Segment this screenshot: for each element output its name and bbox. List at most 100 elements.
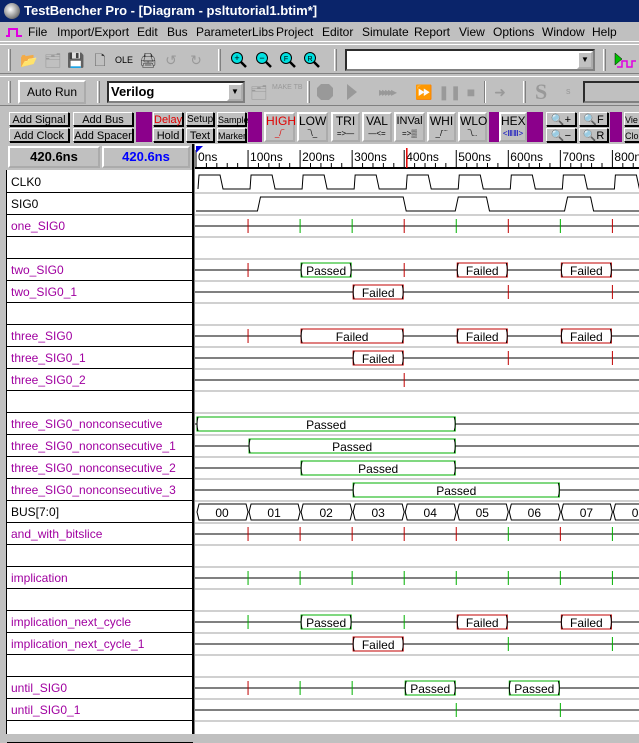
signal-name-row[interactable]: SIG0 xyxy=(7,193,193,215)
signal-name-row[interactable]: until_SIG0 xyxy=(7,677,193,699)
zoom-full-small-button[interactable]: 🔍F xyxy=(579,112,608,126)
waveform-canvas[interactable]: 0ns 100ns 200ns 300ns 400ns 500ns 600ns 700ns 80… xyxy=(195,144,639,743)
open-folder-icon[interactable]: 📂 xyxy=(20,51,38,69)
signal-name-row[interactable]: three_SIG0_nonconsecutive_3 xyxy=(7,479,193,501)
signal-name-row[interactable]: two_SIG0 xyxy=(7,259,193,281)
setup-button[interactable]: Setup xyxy=(186,112,214,126)
menu-file[interactable]: File xyxy=(28,25,47,39)
signal-name-row[interactable]: three_SIG0_nonconsecutive_1 xyxy=(7,435,193,457)
zoom-full-icon[interactable]: F xyxy=(279,51,297,69)
menu-window[interactable]: Window xyxy=(542,25,585,39)
tool-high-button[interactable]: HIGH _/‾ xyxy=(264,112,296,142)
menu-edit[interactable]: Edit xyxy=(137,25,158,39)
add-spacer-button[interactable]: Add Spacer xyxy=(73,128,133,142)
sample-button[interactable]: Sample xyxy=(217,112,249,126)
undo-icon[interactable]: ↺ xyxy=(162,51,180,69)
menu-project[interactable]: Project xyxy=(276,25,313,39)
signal-name-row[interactable]: and_with_bitslice xyxy=(7,523,193,545)
stop-sign-icon[interactable] xyxy=(316,83,334,101)
assertion-result-label: Failed xyxy=(466,330,499,344)
toolbar-grip[interactable] xyxy=(523,81,526,103)
menu-view[interactable]: View xyxy=(459,25,485,39)
dropdown-arrow-icon[interactable]: ▼ xyxy=(227,83,243,101)
menu-help[interactable]: Help xyxy=(592,25,617,39)
toolbar-grip[interactable] xyxy=(97,81,100,103)
dropdown-arrow-icon[interactable]: ▼ xyxy=(577,51,593,69)
toolbar-grip[interactable] xyxy=(8,81,11,103)
ole-copy-icon[interactable]: OLE xyxy=(115,51,133,69)
fast-forward-icon[interactable]: ⏩ xyxy=(415,83,433,101)
add-signal-button[interactable]: Add Signal xyxy=(9,112,69,126)
play-icon[interactable] xyxy=(343,83,361,101)
view-button[interactable]: Vie xyxy=(624,112,639,126)
zoom-out-icon[interactable]: − xyxy=(255,51,273,69)
tool-wlo-button[interactable]: WLO ‾\.. xyxy=(458,112,487,142)
signal-name-row[interactable]: one_SIG0 xyxy=(7,215,193,237)
toolbar-grip[interactable] xyxy=(8,49,11,71)
menu-simulate[interactable]: Simulate xyxy=(362,25,409,39)
high-waveform-icon: _/‾ xyxy=(274,129,285,138)
zoom-range-icon[interactable]: R xyxy=(303,51,321,69)
marker-button[interactable]: Marker xyxy=(217,128,246,142)
tool-inval-button[interactable]: INVal =>▒ xyxy=(394,112,425,142)
print-icon[interactable]: 🖨 xyxy=(139,51,157,69)
menu-editor[interactable]: Editor xyxy=(322,25,353,39)
signal-name-row[interactable]: implication xyxy=(7,567,193,589)
toolbar-grip[interactable] xyxy=(603,49,606,71)
signal-name-row[interactable]: three_SIG0_2 xyxy=(7,369,193,391)
clock-button[interactable]: Clo xyxy=(624,128,639,142)
diagram-select[interactable]: ▼ xyxy=(345,49,595,71)
zoom-out-small-button[interactable]: 🔍− xyxy=(546,128,576,142)
auto-run-button[interactable]: Auto Run xyxy=(18,80,86,104)
add-bus-button[interactable]: Add Bus xyxy=(73,112,133,126)
signal-name-row[interactable]: two_SIG0_1 xyxy=(7,281,193,303)
cursor-time-display[interactable]: 420.6ns xyxy=(8,146,100,168)
signal-name-row[interactable]: implication_next_cycle_1 xyxy=(7,633,193,655)
save-all-icon[interactable]: 🗋 xyxy=(91,51,109,69)
tool-hex-button[interactable]: HEX <ⅢⅢ> xyxy=(499,112,527,142)
signal-name-row[interactable]: three_SIG0_nonconsecutive_2 xyxy=(7,457,193,479)
goto-arrow-icon[interactable]: ➜ xyxy=(491,83,509,101)
open-project-icon[interactable]: 🗂 xyxy=(44,51,62,69)
signal-name-row[interactable]: CLK0 xyxy=(7,171,193,193)
signal-name-row[interactable]: three_SIG0_1 xyxy=(7,347,193,369)
make-tb-button[interactable]: MAKE TB xyxy=(272,84,303,92)
redo-icon[interactable]: ↻ xyxy=(187,51,205,69)
step-forward-icon[interactable]: ▸▸▸▸▸ xyxy=(364,83,409,101)
stop-icon[interactable]: ■ xyxy=(462,83,480,101)
hold-button[interactable]: Hold xyxy=(153,128,183,142)
signal-name-label: CLK0 xyxy=(11,175,42,189)
signal-name-row[interactable]: implication_next_cycle xyxy=(7,611,193,633)
toolbar-grip[interactable] xyxy=(334,49,337,71)
pause-icon[interactable]: ❚❚ xyxy=(438,83,461,101)
waveform-three_sig0_2 xyxy=(195,373,639,387)
tool-whi-button[interactable]: WHI _/¨¨ xyxy=(427,112,456,142)
sim-field[interactable] xyxy=(583,81,639,103)
waveform-area[interactable]: 0ns 100ns 200ns 300ns 400ns 500ns 600ns 700ns 80… xyxy=(195,144,639,743)
toolbar-grip[interactable] xyxy=(218,49,221,71)
signal-name-row[interactable]: three_SIG0_nonconsecutive xyxy=(7,413,193,435)
menu-parameterlibs[interactable]: ParameterLibs xyxy=(196,25,274,39)
delay-button[interactable]: Delay xyxy=(153,112,183,126)
run-simulation-icon[interactable] xyxy=(614,51,636,69)
signal-name-row[interactable]: three_SIG0 xyxy=(7,325,193,347)
text-button[interactable]: Text xyxy=(186,128,214,142)
add-clock-button[interactable]: Add Clock xyxy=(9,128,69,142)
menu-import-export[interactable]: Import/Export xyxy=(57,25,129,39)
delta-time-display[interactable]: 420.6ns xyxy=(102,146,190,168)
toolbar-grip[interactable] xyxy=(307,81,310,103)
tool-low-button[interactable]: LOW ‾\_ xyxy=(297,112,328,142)
menu-bus[interactable]: Bus xyxy=(167,25,188,39)
tool-val-button[interactable]: VAL —<= xyxy=(362,112,392,142)
tool-tri-button[interactable]: TRI =>— xyxy=(331,112,360,142)
menu-report[interactable]: Report xyxy=(414,25,450,39)
language-select[interactable]: Verilog ▼ xyxy=(107,81,245,103)
signal-name-row[interactable]: BUS[7:0] xyxy=(7,501,193,523)
zoom-range-small-button[interactable]: 🔍R xyxy=(579,128,608,142)
zoom-in-small-button[interactable]: 🔍+ xyxy=(546,112,576,126)
menu-options[interactable]: Options xyxy=(493,25,534,39)
zoom-in-icon[interactable]: + xyxy=(230,51,248,69)
save-icon[interactable]: 💾 xyxy=(67,51,85,69)
signal-name-row[interactable]: until_SIG0_1 xyxy=(7,699,193,721)
s-button[interactable]: S xyxy=(535,79,547,105)
